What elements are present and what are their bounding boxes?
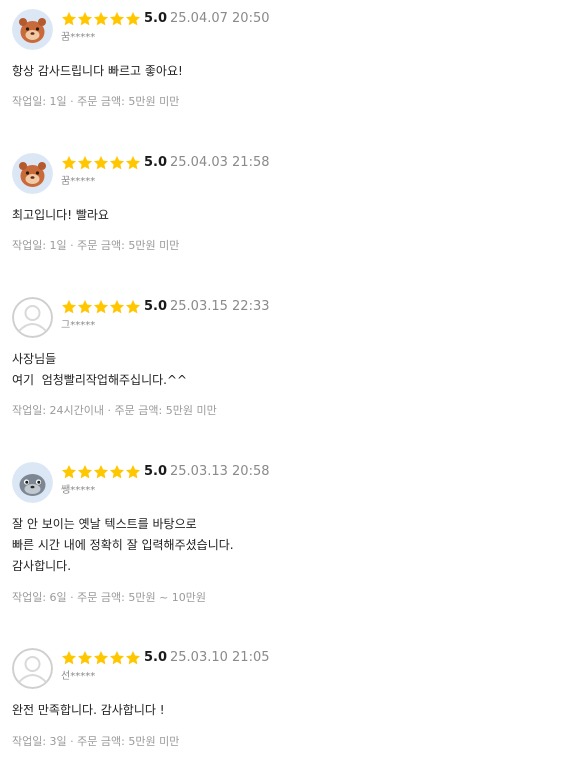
star-rating [61,155,141,172]
reviewer-name: 쌩***** [61,485,96,496]
rating-score: 5.0 [144,650,168,665]
star-icon [61,11,77,28]
star-rating [61,299,141,316]
bear-character-avatar-icon [12,9,53,50]
rating-score: 5.0 [144,155,168,170]
star-icon [93,464,109,481]
review-date: 25.04.03 21:58 [170,155,270,170]
star-icon [77,299,93,316]
star-icon [109,11,125,28]
star-icon [125,299,141,316]
review-list: 5.0 25.04.07 20:50 꿈***** 항상 감사드립니다 빠르고 … [0,0,570,766]
star-icon [77,650,93,667]
review-text: 완전 만족합니다. 감사합니다 ! [12,703,165,717]
default-user-avatar-icon [12,297,53,338]
bear-character-avatar-icon [12,153,53,194]
review-item: 5.0 25.03.13 20:58 쌩***** 잘 안 보이는 옛날 텍스트… [12,462,558,612]
star-icon [93,299,109,316]
star-icon [61,155,77,172]
star-icon [109,464,125,481]
star-icon [93,11,109,28]
star-rating [61,464,141,481]
rating-score: 5.0 [144,299,168,314]
star-icon [109,299,125,316]
review-item: 5.0 25.04.07 20:50 꿈***** 항상 감사드립니다 빠르고 … [12,9,558,119]
star-icon [77,155,93,172]
review-meta: 작업일: 24시간이내 · 주문 금액: 5만원 미만 [12,404,217,417]
star-icon [61,464,77,481]
reviewer-name: 그***** [61,320,96,331]
review-item: 5.0 25.04.03 21:58 꿈***** 최고입니다! 빨라요 작업일… [12,153,558,263]
review-date: 25.04.07 20:50 [170,11,270,26]
star-icon [93,650,109,667]
review-text: 항상 감사드립니다 빠르고 좋아요! [12,64,183,78]
seal-character-avatar-icon [12,462,53,503]
star-icon [77,464,93,481]
review-meta: 작업일: 6일 · 주문 금액: 5만원 ~ 10만원 [12,591,207,604]
default-user-avatar-icon [12,648,53,689]
review-text: 사장님들 여기 엄청빨리작업해주십니다.^^ [12,352,188,387]
review-meta: 작업일: 1일 · 주문 금액: 5만원 미만 [12,95,180,108]
review-meta: 작업일: 3일 · 주문 금액: 5만원 미만 [12,735,180,748]
review-date: 25.03.10 21:05 [170,650,270,665]
review-date: 25.03.15 22:33 [170,299,270,314]
review-item: 5.0 25.03.10 21:05 선***** 완전 만족합니다. 감사합니… [12,648,558,758]
review-text: 최고입니다! 빨라요 [12,208,109,222]
star-icon [125,464,141,481]
reviewer-name: 선***** [61,671,96,682]
star-rating [61,650,141,667]
star-icon [61,650,77,667]
reviewer-name: 꿈***** [61,32,96,43]
star-icon [125,155,141,172]
rating-score: 5.0 [144,464,168,479]
review-date: 25.03.13 20:58 [170,464,270,479]
review-item: 5.0 25.03.15 22:33 그***** 사장님들 여기 엄청빨리작업… [12,297,558,427]
reviewer-name: 꿈***** [61,176,96,187]
review-text: 잘 안 보이는 옛날 텍스트를 바탕으로 빠른 시간 내에 정확히 잘 입력해주… [12,517,234,573]
review-meta: 작업일: 1일 · 주문 금액: 5만원 미만 [12,239,180,252]
star-icon [61,299,77,316]
star-icon [109,155,125,172]
star-icon [93,155,109,172]
star-icon [109,650,125,667]
star-icon [125,11,141,28]
star-icon [125,650,141,667]
star-icon [77,11,93,28]
rating-score: 5.0 [144,11,168,26]
star-rating [61,11,141,28]
